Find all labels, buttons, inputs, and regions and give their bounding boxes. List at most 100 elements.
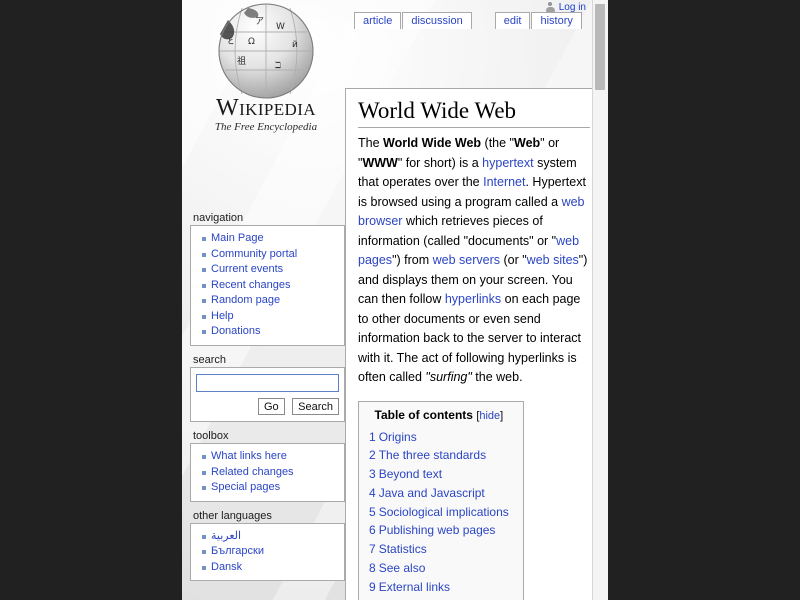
list-item[interactable]: Current events bbox=[211, 262, 340, 278]
toc-toggle: [hide] bbox=[476, 410, 503, 422]
list-item[interactable]: 9External links bbox=[369, 578, 509, 597]
portlet-heading-other-languages: other languages bbox=[193, 510, 345, 522]
tab-discussion[interactable]: discussion bbox=[402, 12, 471, 29]
toc-item-statistics[interactable]: 7Statistics bbox=[369, 542, 427, 556]
list-item[interactable]: العربية bbox=[211, 529, 340, 545]
list-item[interactable]: Random page bbox=[211, 293, 340, 309]
browser-page: Log in article discussion edit history bbox=[182, 0, 608, 600]
sidebar-item-recent-changes[interactable]: Recent changes bbox=[211, 279, 291, 291]
portlet-body-toolbox: What links here Related changes Special … bbox=[190, 443, 345, 502]
svg-text:祖: 祖 bbox=[237, 55, 246, 67]
portlet-heading-toolbox: toolbox bbox=[193, 430, 345, 442]
list-item[interactable]: Dansk bbox=[211, 560, 340, 576]
sidebar-item-lang-danish[interactable]: Dansk bbox=[211, 561, 242, 573]
list-item[interactable]: Main Page bbox=[211, 231, 340, 247]
content-tabs: article discussion edit history bbox=[354, 12, 583, 29]
list-item[interactable]: 4Java and Javascript bbox=[369, 484, 509, 503]
link-hypertext[interactable]: hypertext bbox=[482, 156, 533, 170]
toc-list: 1Origins 2The three standards 3Beyond te… bbox=[369, 428, 509, 597]
toc-item-external-links[interactable]: 9External links bbox=[369, 580, 450, 594]
text: The bbox=[358, 136, 383, 150]
toc-item-the-three-standards[interactable]: 2The three standards bbox=[369, 448, 486, 462]
vertical-scrollbar[interactable] bbox=[592, 0, 608, 600]
list-item[interactable]: Recent changes bbox=[211, 278, 340, 294]
list-item[interactable]: Donations bbox=[211, 324, 340, 340]
search-button[interactable]: Search bbox=[292, 398, 339, 415]
table-of-contents: Table of contents [hide] 1Origins 2The t… bbox=[358, 401, 524, 600]
sidebar-item-current-events[interactable]: Current events bbox=[211, 263, 283, 275]
text: the web. bbox=[472, 370, 523, 384]
sidebar-item-what-links-here[interactable]: What links here bbox=[211, 450, 287, 462]
desktop-backdrop: Log in article discussion edit history bbox=[0, 0, 800, 600]
text: (or " bbox=[500, 253, 527, 267]
sidebar-item-random-page[interactable]: Random page bbox=[211, 294, 280, 306]
list-item[interactable]: 3Beyond text bbox=[369, 465, 509, 484]
portlet-heading-navigation: navigation bbox=[193, 212, 345, 224]
wikipedia-tagline: The Free Encyclopedia bbox=[188, 121, 344, 133]
user-icon bbox=[545, 2, 556, 13]
list-item[interactable]: Български bbox=[211, 544, 340, 560]
list-item[interactable]: 7Statistics bbox=[369, 540, 509, 559]
portlet-body-search: Go Search bbox=[190, 367, 345, 423]
go-button[interactable]: Go bbox=[258, 398, 285, 415]
sidebar-item-lang-bulgarian[interactable]: Български bbox=[211, 545, 264, 557]
list-item[interactable]: 1Origins bbox=[369, 428, 509, 447]
sidebar-item-main-page[interactable]: Main Page bbox=[211, 232, 264, 244]
portlet-toolbox: toolbox What links here Related changes … bbox=[190, 430, 345, 502]
sidebar-item-special-pages[interactable]: Special pages bbox=[211, 481, 280, 493]
portlet-body-navigation: Main Page Community portal Current event… bbox=[190, 225, 345, 346]
svg-text:W: W bbox=[276, 22, 285, 32]
search-buttons: Go Search bbox=[196, 397, 339, 416]
search-input[interactable] bbox=[196, 374, 339, 392]
sidebar-item-lang-arabic[interactable]: العربية bbox=[211, 530, 241, 542]
bold-term-www: WWW bbox=[362, 156, 397, 170]
sidebar-item-donations[interactable]: Donations bbox=[211, 325, 261, 337]
intro-paragraph: The World Wide Web (the "Web" or "WWW" f… bbox=[358, 134, 590, 388]
text: (the " bbox=[481, 136, 514, 150]
personal-bar: Log in bbox=[545, 0, 586, 14]
toc-item-see-also[interactable]: 8See also bbox=[369, 561, 425, 575]
toc-item-publishing-web-pages[interactable]: 6Publishing web pages bbox=[369, 523, 495, 537]
wikipedia-wordmark: WIKIPEDIA bbox=[188, 96, 344, 121]
svg-text:ア: ア bbox=[255, 17, 264, 27]
toc-title-label: Table of contents bbox=[375, 408, 473, 422]
portlet-heading-search: search bbox=[193, 354, 345, 366]
list-item[interactable]: Special pages bbox=[211, 480, 340, 496]
article-body: The World Wide Web (the "Web" or "WWW" f… bbox=[358, 134, 590, 388]
list-item[interactable]: What links here bbox=[211, 449, 340, 465]
portlet-body-other-languages: العربية Български Dansk bbox=[190, 523, 345, 582]
link-hyperlinks[interactable]: hyperlinks bbox=[445, 292, 501, 306]
toc-item-java-and-javascript[interactable]: 4Java and Javascript bbox=[369, 486, 485, 500]
scrollbar-thumb[interactable] bbox=[595, 4, 605, 90]
link-web-servers[interactable]: web servers bbox=[433, 253, 500, 267]
tab-history[interactable]: history bbox=[531, 12, 581, 29]
list-item[interactable]: 2The three standards bbox=[369, 446, 509, 465]
sidebar-item-related-changes[interactable]: Related changes bbox=[211, 466, 294, 478]
toc-item-origins[interactable]: 1Origins bbox=[369, 430, 417, 444]
toc-item-sociological-implications[interactable]: 5Sociological implications bbox=[369, 505, 509, 519]
sidebar: navigation Main Page Community portal Cu… bbox=[190, 212, 345, 589]
link-web-sites[interactable]: web sites bbox=[527, 253, 579, 267]
link-internet[interactable]: Internet bbox=[483, 175, 525, 189]
toc-item-beyond-text[interactable]: 3Beyond text bbox=[369, 467, 442, 481]
wikipedia-logo[interactable]: W Ω й 祖 ℶ ع ア WIKIPEDIA The Free Encyclo… bbox=[188, 2, 344, 152]
svg-text:й: й bbox=[292, 40, 298, 50]
list-item[interactable]: Related changes bbox=[211, 465, 340, 481]
bold-term-world-wide-web: World Wide Web bbox=[383, 136, 481, 150]
text: ") from bbox=[392, 253, 433, 267]
italic-term-surfing: "surfing" bbox=[425, 370, 471, 384]
list-item[interactable]: Help bbox=[211, 309, 340, 325]
login-link[interactable]: Log in bbox=[559, 2, 586, 13]
list-item[interactable]: 8See also bbox=[369, 559, 509, 578]
sidebar-item-help[interactable]: Help bbox=[211, 310, 234, 322]
tab-article[interactable]: article bbox=[354, 12, 401, 29]
tab-edit[interactable]: edit bbox=[495, 12, 531, 29]
toc-toggle-close-bracket: ] bbox=[500, 410, 503, 422]
bold-term-web: Web bbox=[514, 136, 540, 150]
sidebar-item-community-portal[interactable]: Community portal bbox=[211, 248, 297, 260]
page-title: World Wide Web bbox=[358, 98, 590, 128]
list-item[interactable]: 5Sociological implications bbox=[369, 503, 509, 522]
toc-hide-link[interactable]: hide bbox=[479, 410, 500, 422]
list-item[interactable]: 6Publishing web pages bbox=[369, 521, 509, 540]
list-item[interactable]: Community portal bbox=[211, 247, 340, 263]
